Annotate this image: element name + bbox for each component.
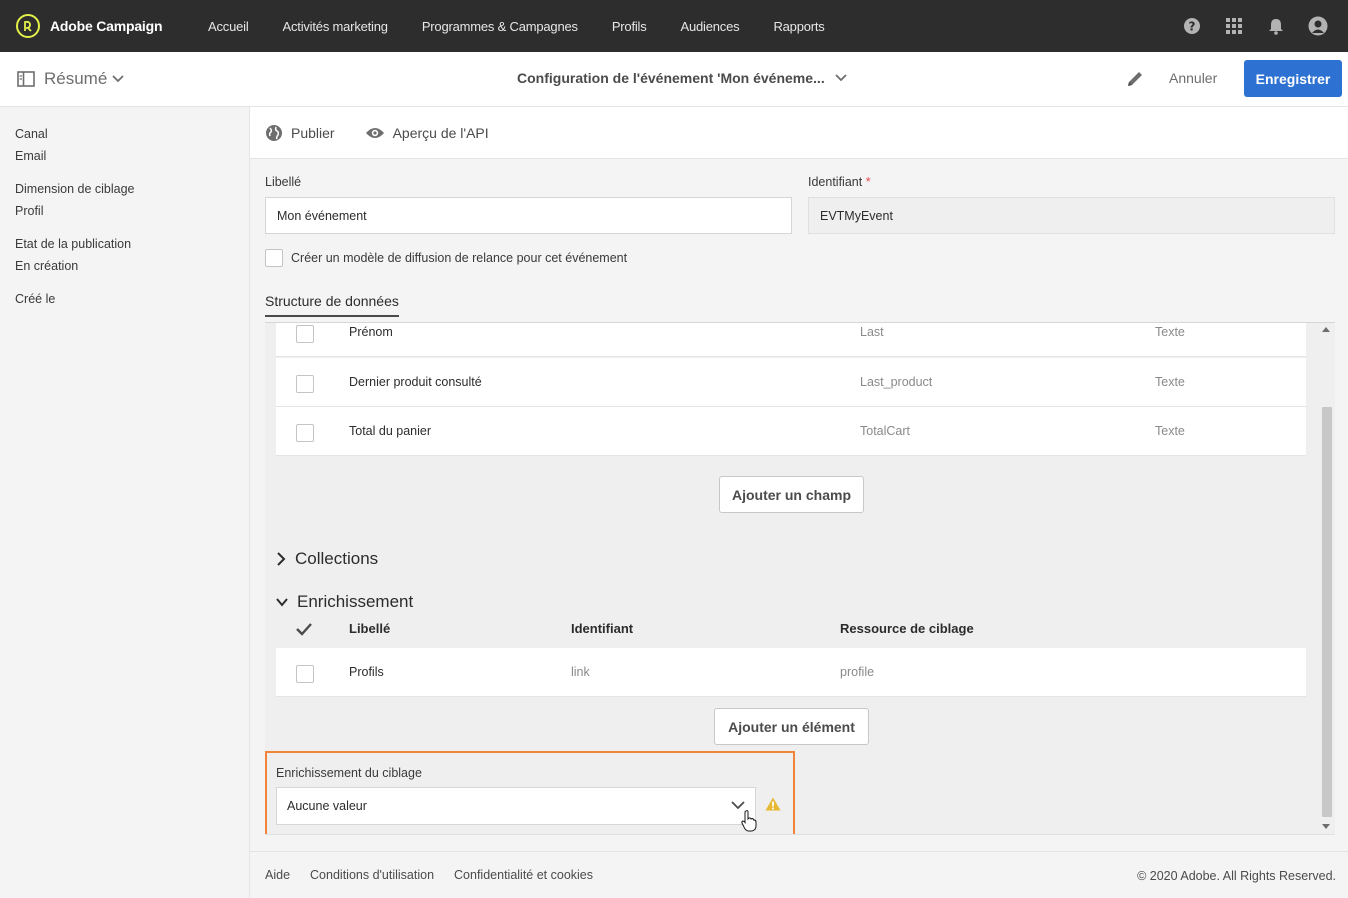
app-name: Adobe Campaign — [50, 18, 163, 34]
save-button[interactable]: Enregistrer — [1244, 60, 1342, 97]
summary-toggle[interactable]: Résumé — [17, 69, 124, 89]
nav-audiences[interactable]: Audiences — [681, 19, 740, 34]
sidebar-panel-icon — [17, 71, 35, 87]
reminder-checkbox-row[interactable]: Créer un modèle de diffusion de relance … — [265, 249, 627, 267]
nav-programmes-campagnes[interactable]: Programmes & Campagnes — [422, 19, 578, 34]
bell-icon[interactable] — [1266, 16, 1286, 36]
page-header: Résumé Configuration de l'événement 'Mon… — [0, 52, 1348, 107]
required-mark: * — [865, 175, 871, 189]
help-icon[interactable]: ? — [1182, 16, 1202, 36]
chevron-down-icon — [112, 75, 124, 83]
user-avatar-icon[interactable] — [1308, 16, 1328, 36]
sidebar-publication-state: Etat de la publication En création — [15, 237, 132, 273]
warning-icon — [765, 797, 781, 811]
table-row[interactable]: Dernier produit consulté Last_product Te… — [276, 358, 1306, 407]
edit-pencil-icon[interactable] — [1124, 68, 1146, 90]
svg-text:?: ? — [1189, 20, 1196, 34]
add-field-button[interactable]: Ajouter un champ — [719, 476, 864, 513]
row-checkbox[interactable] — [296, 375, 314, 393]
globe-icon — [266, 124, 282, 141]
copyright: © 2020 Adobe. All Rights Reserved. — [1137, 869, 1336, 883]
table-row[interactable]: Profils link profile — [276, 648, 1306, 697]
enrichment-section-toggle[interactable]: Enrichissement — [276, 592, 413, 612]
table-row[interactable]: Total du panier TotalCart Texte — [276, 407, 1306, 456]
enrichment-header-id: Identifiant — [571, 621, 634, 636]
nav-accueil[interactable]: Accueil — [208, 19, 249, 34]
select-all-check-icon[interactable] — [295, 622, 313, 636]
sidebar-channel: Canal Email — [15, 127, 48, 163]
add-element-button[interactable]: Ajouter un élément — [714, 708, 869, 745]
top-navigation: Adobe Campaign Accueil Activités marketi… — [0, 0, 1348, 52]
sidebar-created-on: Créé le — [15, 292, 56, 306]
scroll-down-arrow-icon[interactable] — [1322, 824, 1330, 829]
scrollbar[interactable] — [1319, 323, 1335, 834]
row-checkbox[interactable] — [296, 424, 314, 442]
eye-icon — [365, 127, 384, 138]
collections-title: Collections — [295, 549, 379, 568]
tab-data-structure[interactable]: Structure de données — [265, 293, 399, 317]
chevron-down-icon — [731, 801, 745, 810]
chevron-right-icon — [277, 552, 286, 566]
chevron-down-icon — [835, 74, 847, 82]
nav-activites-marketing[interactable]: Activités marketing — [283, 19, 388, 34]
enrichment-header-resource: Ressource de ciblage — [840, 621, 974, 636]
page-title[interactable]: Configuration de l'événement 'Mon événem… — [517, 70, 847, 86]
row-checkbox[interactable] — [296, 665, 314, 683]
api-preview-button[interactable]: Aperçu de l'API — [365, 125, 489, 141]
id-input: EVTMyEvent — [808, 197, 1335, 234]
summary-sidebar: Canal Email Dimension de ciblage Profil … — [0, 107, 250, 898]
targeting-enrichment-highlight: Enrichissement du ciblage Aucune valeur — [265, 751, 795, 834]
sidebar-targeting-dimension: Dimension de ciblage Profil — [15, 182, 135, 218]
footer-link-terms[interactable]: Conditions d'utilisation — [310, 868, 434, 882]
targeting-enrichment-label: Enrichissement du ciblage — [276, 766, 422, 780]
enrichment-header-label: Libellé — [349, 621, 391, 636]
row-checkbox[interactable] — [296, 325, 314, 343]
cancel-button[interactable]: Annuler — [1169, 70, 1217, 86]
nav-profils[interactable]: Profils — [612, 19, 647, 34]
chevron-down-icon — [276, 598, 288, 607]
scroll-up-arrow-icon[interactable] — [1322, 327, 1330, 332]
publish-button[interactable]: Publier — [265, 124, 335, 142]
targeting-enrichment-select[interactable]: Aucune valeur — [276, 787, 756, 825]
scroll-thumb[interactable] — [1322, 407, 1332, 817]
summary-label: Résumé — [44, 69, 108, 88]
adobe-campaign-logo-icon — [16, 14, 40, 38]
footer-link-privacy[interactable]: Confidentialité et cookies — [454, 868, 593, 882]
main-content: Publier Aperçu de l'API Libellé Mon évén… — [250, 107, 1348, 898]
collections-section-toggle[interactable]: Collections — [276, 549, 378, 569]
nav-rapports[interactable]: Rapports — [773, 19, 824, 34]
id-field-label: Identifiant * — [808, 175, 871, 189]
label-input[interactable]: Mon événement — [265, 197, 792, 234]
table-row[interactable]: Prénom Last Texte — [276, 323, 1306, 357]
data-structure-panel[interactable]: Prénom Last Texte Dernier produit consul… — [265, 323, 1335, 835]
reminder-checkbox-label: Créer un modèle de diffusion de relance … — [291, 251, 628, 265]
action-bar: Publier Aperçu de l'API — [250, 107, 1348, 159]
hand-cursor-icon — [741, 810, 757, 832]
brand[interactable]: Adobe Campaign — [16, 14, 208, 38]
enrichment-title: Enrichissement — [297, 592, 414, 611]
footer: Aide Conditions d'utilisation Confidenti… — [250, 851, 1348, 898]
apps-grid-icon[interactable] — [1224, 16, 1244, 36]
footer-link-help[interactable]: Aide — [265, 868, 290, 882]
label-field-label: Libellé — [265, 175, 302, 189]
reminder-checkbox[interactable] — [265, 249, 283, 267]
